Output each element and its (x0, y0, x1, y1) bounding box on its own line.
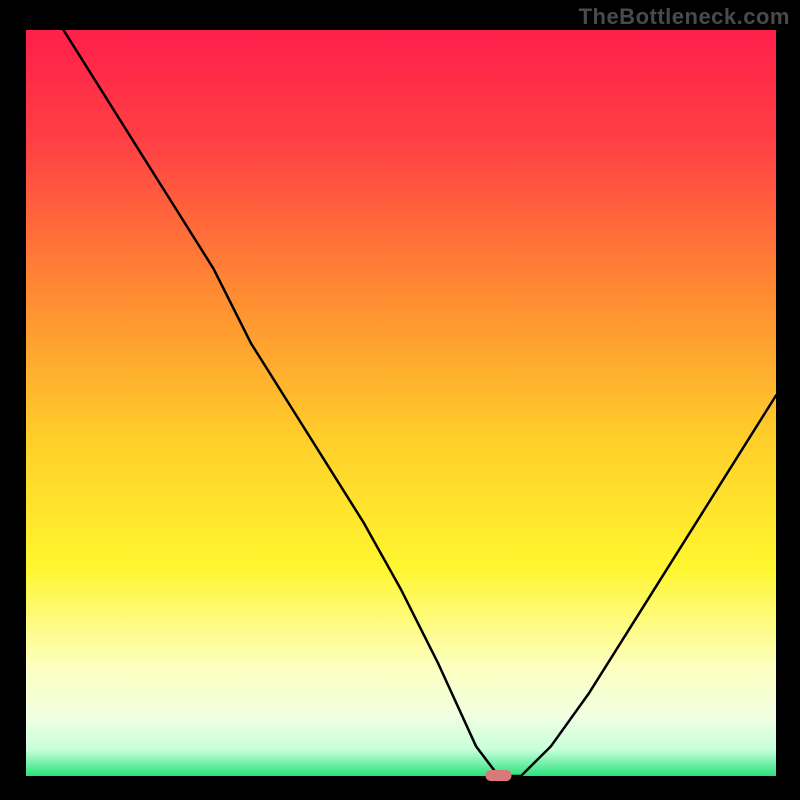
chart-svg (0, 0, 800, 800)
optimal-marker (486, 770, 512, 781)
chart-frame: TheBottleneck.com (0, 0, 800, 800)
watermark-text: TheBottleneck.com (579, 4, 790, 30)
plot-background (26, 30, 776, 776)
